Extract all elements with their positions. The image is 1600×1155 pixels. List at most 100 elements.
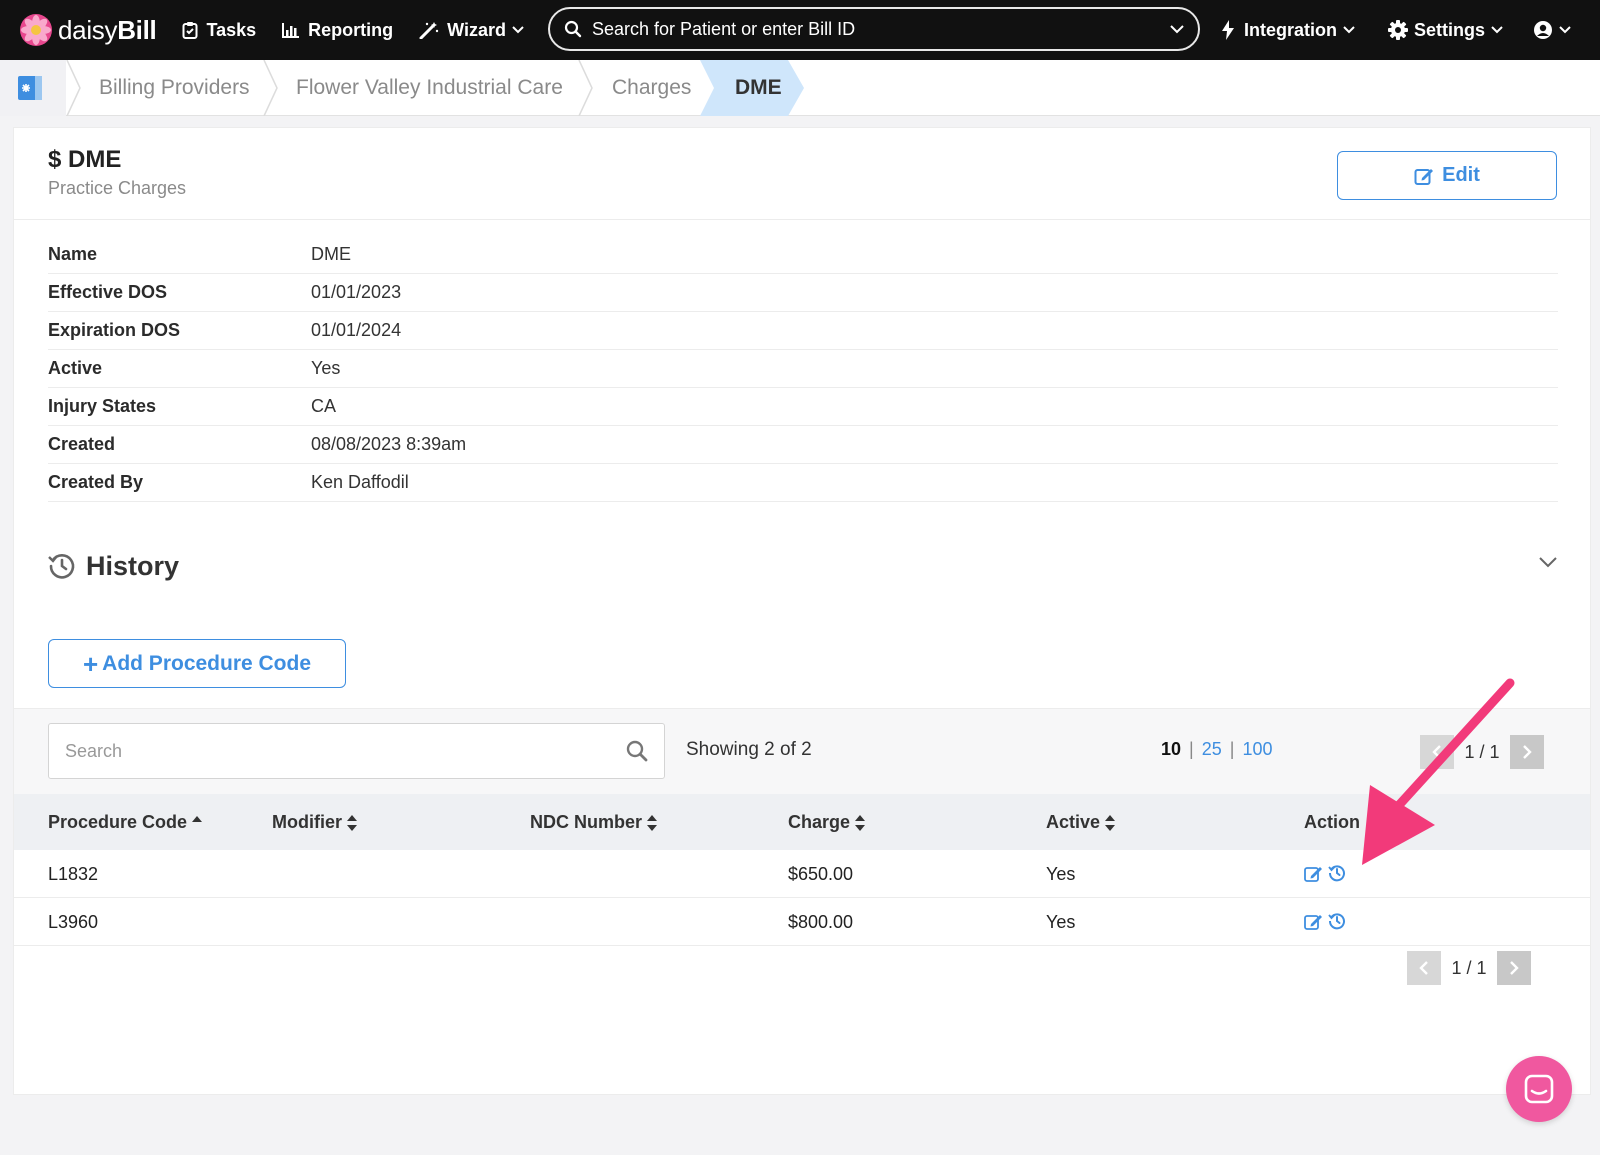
column-header-modifier[interactable]: Modifier xyxy=(272,812,357,833)
annotation-arrow xyxy=(1362,678,1515,865)
detail-label: Created By xyxy=(48,472,144,492)
detail-row-injury-states: Injury States CA xyxy=(48,388,1558,426)
detail-value: Ken Daffodil xyxy=(311,472,409,492)
plus-icon: + xyxy=(82,648,99,679)
lightning-icon xyxy=(1222,20,1234,40)
row-edit-icon[interactable] xyxy=(1304,865,1323,882)
column-header-label: Modifier xyxy=(272,812,342,832)
page-indicator: 1 / 1 xyxy=(1451,957,1487,978)
table-search-input[interactable] xyxy=(65,740,626,762)
chevron-down-icon[interactable] xyxy=(1170,24,1184,34)
detail-value: 01/01/2024 xyxy=(311,320,402,340)
column-header-label: Procedure Code xyxy=(48,812,188,832)
sort-icon xyxy=(1105,814,1116,831)
flower-logo-icon xyxy=(20,14,52,46)
history-title: History xyxy=(86,550,180,581)
magic-wand-icon xyxy=(419,22,439,39)
nav-reporting-label: Reporting xyxy=(308,19,394,40)
page-size-separator: | xyxy=(1229,739,1235,759)
brand-name: daisyBill xyxy=(58,14,157,46)
column-header-ndc-number[interactable]: NDC Number xyxy=(530,812,658,833)
column-header-procedure-code[interactable]: Procedure Code xyxy=(48,812,203,833)
sort-icon xyxy=(647,814,658,831)
row-actions xyxy=(1304,912,1351,930)
prev-page-button[interactable] xyxy=(1407,951,1441,985)
table-row: L3960 $800.00 Yes xyxy=(14,898,1590,946)
row-edit-icon[interactable] xyxy=(1304,913,1323,930)
page-size-option-25[interactable]: 25 xyxy=(1202,739,1222,760)
detail-value: 01/01/2023 xyxy=(311,282,402,302)
chat-launcher-button[interactable] xyxy=(1506,1056,1572,1122)
column-header-label: Active xyxy=(1046,812,1101,832)
detail-label: Created xyxy=(48,434,116,454)
detail-row-expiration-dos: Expiration DOS 01/01/2024 xyxy=(48,312,1558,350)
detail-label: Expiration DOS xyxy=(48,320,181,340)
breadcrumb: Billing Providers Flower Valley Industri… xyxy=(0,60,1600,116)
nav-user-menu[interactable] xyxy=(1533,0,1571,60)
document-icon xyxy=(18,76,42,100)
brand-bold: Bill xyxy=(117,14,157,45)
cell-procedure-code: L1832 xyxy=(48,864,99,884)
global-search[interactable]: Search for Patient or enter Bill ID xyxy=(548,7,1200,51)
search-icon xyxy=(564,20,582,38)
history-icon xyxy=(48,554,75,579)
breadcrumb-item-billing-providers[interactable]: Billing Providers xyxy=(99,60,250,116)
chevron-left-icon xyxy=(1419,961,1428,975)
page-size-option-100[interactable]: 100 xyxy=(1242,739,1272,760)
row-history-icon[interactable] xyxy=(1328,912,1346,930)
nav-settings[interactable]: Settings xyxy=(1388,0,1503,60)
breadcrumb-item-charges[interactable]: Charges xyxy=(612,60,691,116)
nav-wizard[interactable]: Wizard xyxy=(419,0,532,60)
breadcrumb-home[interactable] xyxy=(0,60,66,116)
chevron-down-icon[interactable] xyxy=(1538,556,1558,568)
detail-row-effective-dos: Effective DOS 01/01/2023 xyxy=(48,274,1558,312)
detail-label: Effective DOS xyxy=(48,282,168,302)
nav-tasks[interactable]: Tasks xyxy=(182,0,256,60)
cell-procedure-code: L3960 xyxy=(48,912,99,932)
page-size-selector: 10 | 25 | 100 xyxy=(1161,739,1272,760)
column-header-active[interactable]: Active xyxy=(1046,812,1116,833)
chevron-down-icon xyxy=(1491,26,1503,34)
column-header-label: Charge xyxy=(788,812,851,832)
breadcrumb-separator xyxy=(263,60,278,116)
edit-button[interactable]: Edit xyxy=(1337,151,1557,200)
nav-reporting[interactable]: Reporting xyxy=(282,0,393,60)
sort-asc-icon xyxy=(192,815,203,822)
breadcrumb-separator xyxy=(66,60,81,116)
detail-value: 08/08/2023 8:39am xyxy=(311,434,467,454)
detail-value: DME xyxy=(311,244,351,264)
nav-settings-label: Settings xyxy=(1414,19,1486,40)
nav-tasks-label: Tasks xyxy=(206,19,257,40)
chevron-right-icon xyxy=(1510,961,1519,975)
breadcrumb-item-flower-valley[interactable]: Flower Valley Industrial Care xyxy=(296,60,563,116)
sort-icon xyxy=(347,814,357,831)
detail-row-created-by: Created By Ken Daffodil xyxy=(48,464,1558,502)
breadcrumb-separator xyxy=(578,60,593,116)
sort-icon xyxy=(855,814,866,831)
user-circle-icon xyxy=(1534,21,1552,39)
cell-charge: $650.00 xyxy=(788,864,854,884)
gear-icon xyxy=(1388,20,1408,40)
page-size-separator: | xyxy=(1189,739,1194,759)
card-header: $ DME Practice Charges Edit xyxy=(14,128,1590,220)
chevron-down-icon xyxy=(1559,26,1571,34)
chevron-right-icon xyxy=(1523,745,1532,759)
nav-integration[interactable]: Integration xyxy=(1222,0,1355,60)
breadcrumb-active-label: DME xyxy=(735,76,782,99)
detail-label: Active xyxy=(48,358,103,378)
nav-integration-label: Integration xyxy=(1244,19,1337,40)
results-count: Showing 2 of 2 xyxy=(686,739,812,760)
details-list: Name DME Effective DOS 01/01/2023 Expirati… xyxy=(48,236,1558,502)
cell-active: Yes xyxy=(1046,864,1076,884)
detail-row-name: Name DME xyxy=(48,236,1558,274)
search-icon[interactable] xyxy=(626,740,648,762)
brand-logo[interactable]: daisyBill xyxy=(20,0,157,60)
add-procedure-code-button[interactable]: + Add Procedure Code xyxy=(48,639,346,688)
column-header-charge[interactable]: Charge xyxy=(788,812,866,833)
chevron-down-icon xyxy=(1343,26,1355,34)
history-section-toggle[interactable]: History xyxy=(48,546,1558,586)
clipboard-icon xyxy=(182,22,198,39)
page-size-current[interactable]: 10 xyxy=(1161,739,1181,760)
next-page-button[interactable] xyxy=(1497,951,1531,985)
chat-icon xyxy=(1524,1074,1554,1104)
